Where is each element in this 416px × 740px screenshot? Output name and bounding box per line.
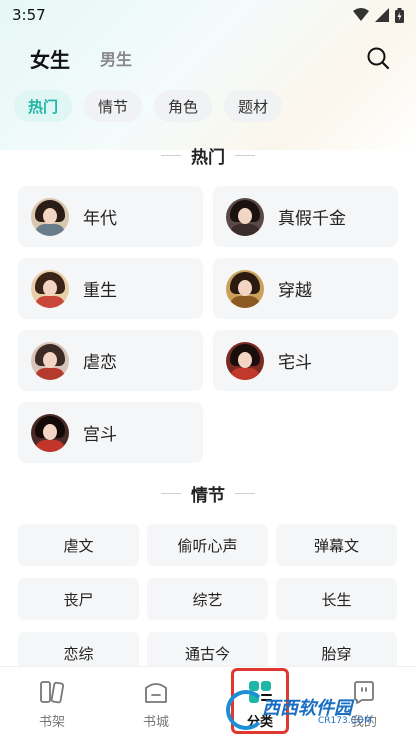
- watermark-ring: [226, 690, 266, 730]
- hot-item-label: 重生: [83, 281, 117, 301]
- plot-grid: 虐文 偷听心声 弹幕文 丧尸 综艺 长生 恋综 通古今 胎穿: [18, 524, 398, 674]
- hot-item-chuanyue[interactable]: 穿越: [213, 258, 398, 319]
- bookshelf-icon: [40, 681, 65, 704]
- avatar: [31, 269, 69, 308]
- plot-item[interactable]: 丧尸: [18, 578, 139, 620]
- nav-bookstore[interactable]: 书城: [104, 667, 208, 740]
- chip-role[interactable]: 角色: [154, 90, 213, 122]
- hot-item-gongdou[interactable]: 宫斗: [18, 402, 203, 463]
- plot-item[interactable]: 弹幕文: [276, 524, 397, 566]
- hot-item-nuelian[interactable]: 虐恋: [18, 330, 203, 391]
- section-title-text: 热门: [191, 147, 225, 168]
- avatar: [31, 197, 69, 236]
- nav-label: 书城: [142, 715, 169, 730]
- avatar: [31, 341, 69, 380]
- watermark-url: CR173.COM: [318, 716, 372, 726]
- nav-label: 书架: [38, 715, 65, 730]
- section-title-text: 情节: [191, 485, 225, 506]
- status-icons: [353, 7, 404, 23]
- battery-icon: [395, 7, 404, 23]
- plot-item[interactable]: 偷听心声: [147, 524, 268, 566]
- wifi-icon: [353, 8, 369, 21]
- tab-female[interactable]: 女生: [30, 44, 70, 73]
- nav-bookshelf[interactable]: 书架: [0, 667, 104, 740]
- plot-item[interactable]: 综艺: [147, 578, 268, 620]
- signal-icon: [375, 8, 389, 22]
- chip-theme[interactable]: 题材: [224, 90, 283, 122]
- hot-item-niandai[interactable]: 年代: [18, 186, 203, 247]
- search-icon: [367, 47, 390, 70]
- hot-item-zhaidou[interactable]: 宅斗: [213, 330, 398, 391]
- watermark-logo: 西西软件园 CR173.COM: [222, 676, 416, 738]
- avatar: [226, 197, 264, 236]
- hot-item-label: 真假千金: [278, 209, 346, 229]
- chip-plot[interactable]: 情节: [84, 90, 143, 122]
- hot-item-label: 年代: [83, 209, 117, 229]
- hot-item-zhenjia[interactable]: 真假千金: [213, 186, 398, 247]
- avatar: [226, 269, 264, 308]
- hot-item-label: 宅斗: [278, 353, 312, 373]
- avatar: [31, 413, 69, 452]
- divider: [161, 492, 181, 494]
- divider: [235, 492, 255, 494]
- plot-item[interactable]: 长生: [276, 578, 397, 620]
- divider: [161, 154, 181, 156]
- category-chips: 热门 情节 角色 题材: [14, 90, 283, 122]
- avatar: [226, 341, 264, 380]
- bookstore-icon: [145, 683, 167, 703]
- header: 女生 男生: [0, 38, 416, 78]
- hot-item-label: 宫斗: [83, 425, 117, 445]
- hot-item-chongsheng[interactable]: 重生: [18, 258, 203, 319]
- hot-item-label: 虐恋: [83, 353, 117, 373]
- hot-item-label: 穿越: [278, 281, 312, 301]
- section-title-plot: 情节: [0, 481, 416, 506]
- divider: [235, 154, 255, 156]
- plot-item[interactable]: 虐文: [18, 524, 139, 566]
- chip-hot[interactable]: 热门: [14, 90, 73, 122]
- status-time: 3:57: [12, 6, 46, 24]
- hot-grid: 年代 真假千金 重生 穿越 虐恋 宅斗 宫斗: [18, 186, 398, 463]
- section-title-hot: 热门: [0, 143, 416, 168]
- search-button[interactable]: [364, 44, 392, 72]
- tab-male[interactable]: 男生: [100, 46, 132, 70]
- status-bar: 3:57: [0, 0, 416, 30]
